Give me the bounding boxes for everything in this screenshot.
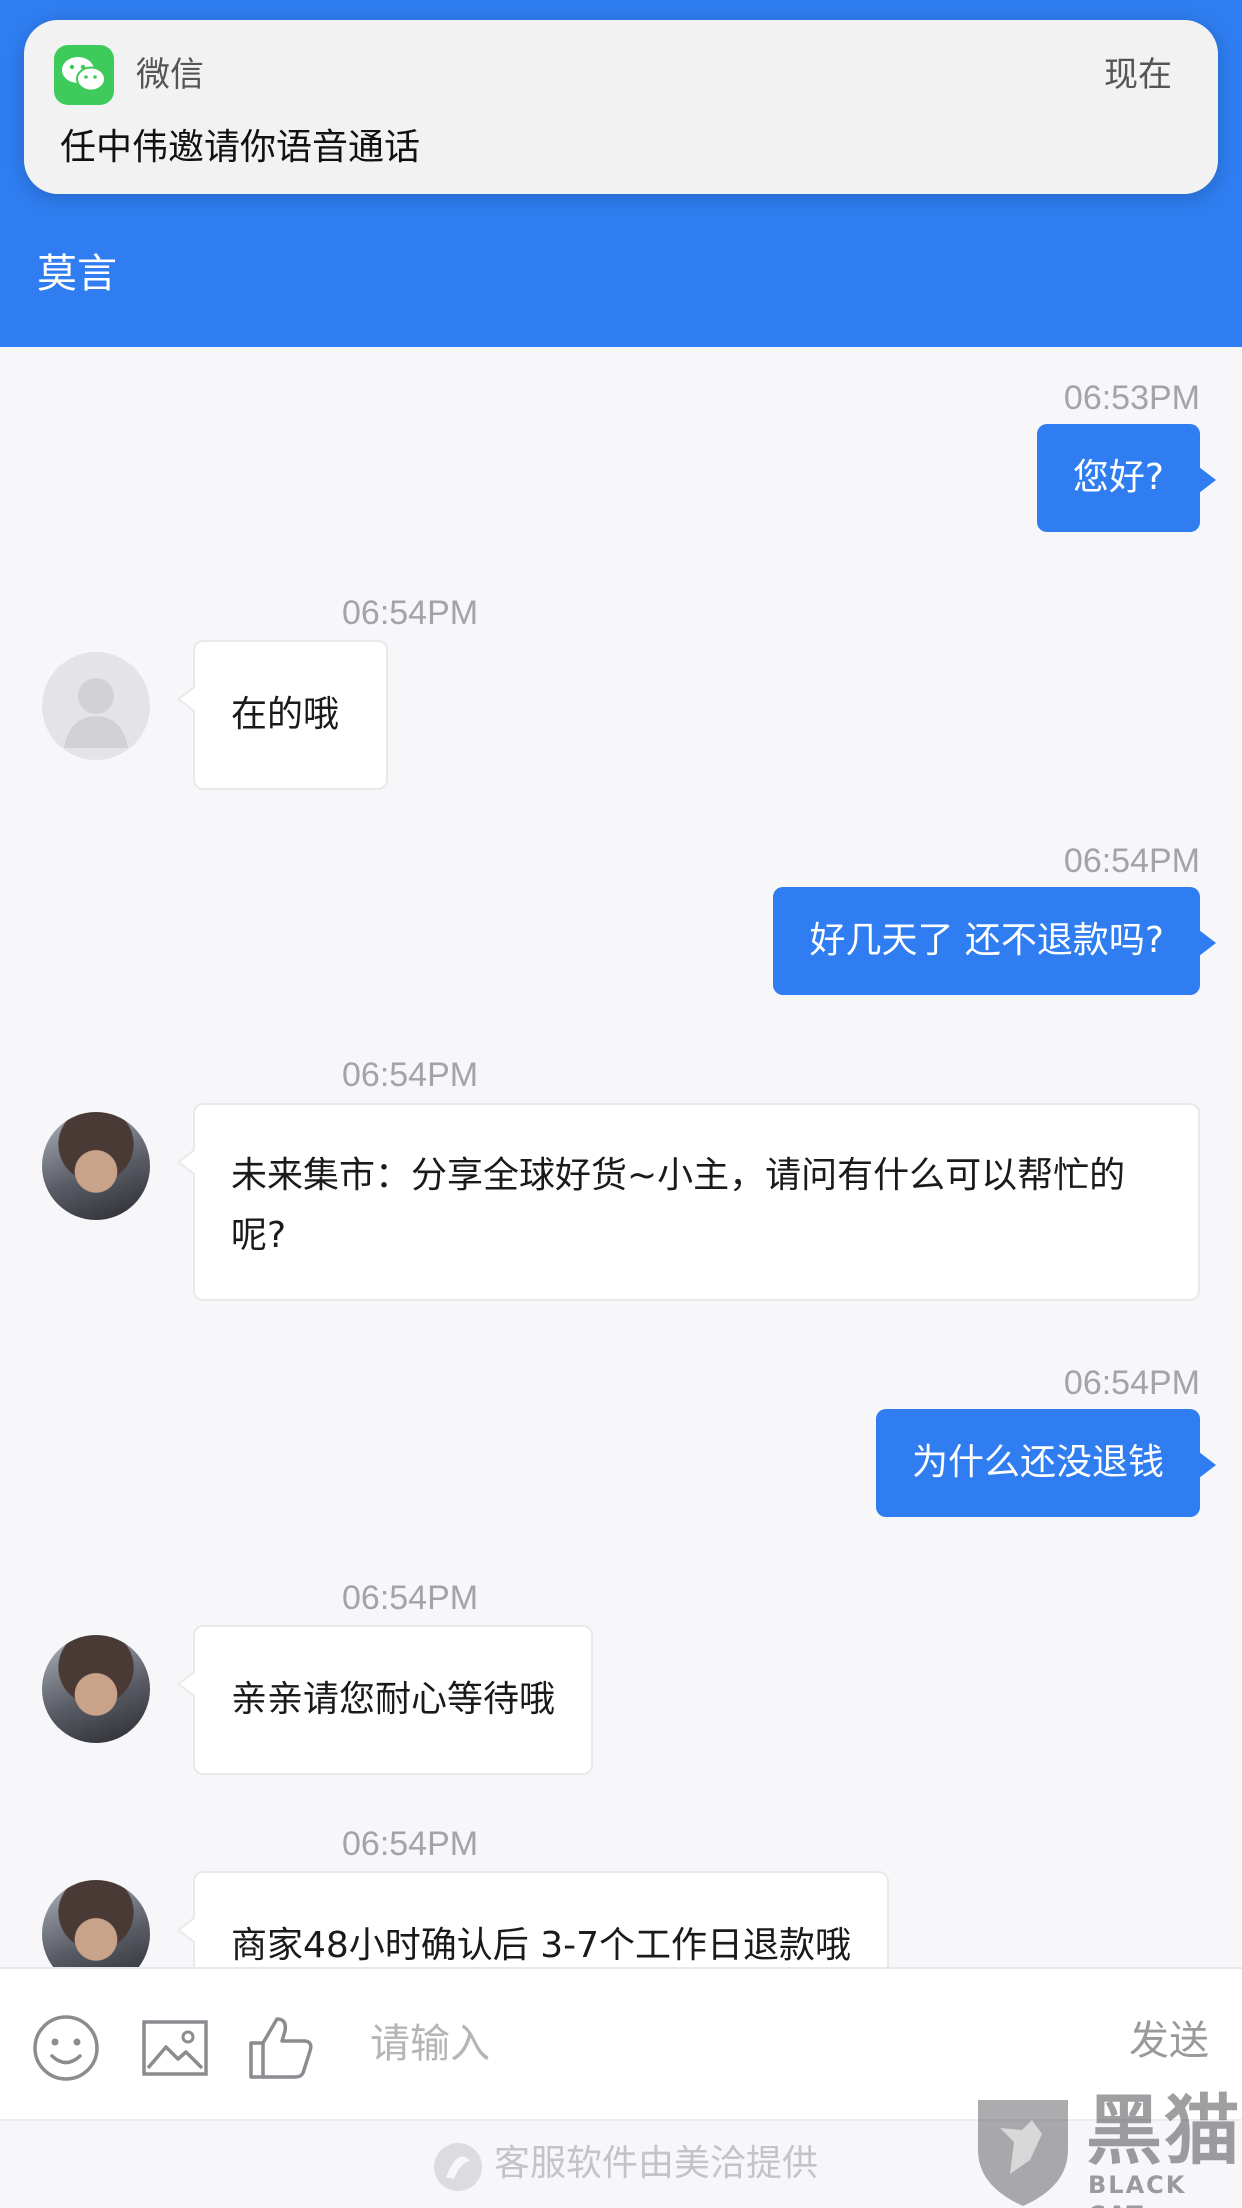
message-timestamp: 06:54PM: [342, 1056, 479, 1094]
message-text: 为什么还没退钱: [911, 1442, 1164, 1483]
page-title: 莫言: [37, 251, 117, 297]
avatar[interactable]: [42, 1635, 150, 1743]
message-text: 您好?: [1072, 457, 1164, 498]
emoji-icon[interactable]: [31, 2013, 101, 2087]
meiqia-logo-icon: [432, 2141, 484, 2197]
avatar[interactable]: [42, 1880, 150, 1967]
message-text: 好几天了 还不退款吗?: [809, 920, 1164, 961]
message-timestamp: 06:54PM: [1063, 842, 1200, 880]
message-timestamp: 06:54PM: [342, 594, 479, 632]
image-icon[interactable]: [140, 2013, 210, 2087]
notification-app-name: 微信: [136, 55, 204, 95]
incoming-message-bubble[interactable]: 在的哦: [177, 640, 388, 790]
avatar[interactable]: [42, 1112, 150, 1220]
incoming-message-bubble[interactable]: 商家48小时确认后 3-7个工作日退款哦: [176, 1871, 890, 1967]
message-timestamp: 06:53PM: [1063, 379, 1200, 417]
message-timestamp: 06:54PM: [342, 1579, 479, 1617]
avatar[interactable]: [42, 652, 150, 760]
outgoing-message-bubble[interactable]: 好几天了 还不退款吗?: [773, 887, 1216, 995]
message-text: 未来集市：分享全球好货~小主，请问有什么可以帮忙的呢?: [231, 1155, 1126, 1256]
message-text: 商家48小时确认后 3-7个工作日退款哦: [231, 1925, 852, 1966]
outgoing-message-bubble[interactable]: 为什么还没退钱: [875, 1409, 1217, 1517]
incoming-message-bubble[interactable]: 未来集市：分享全球好货~小主，请问有什么可以帮忙的呢?: [177, 1103, 1200, 1301]
chat-message-list[interactable]: 06:53PM 您好? 06:54PM 在的哦 06:54PM 好几天了 还不退…: [0, 347, 1242, 1967]
message-timestamp: 06:54PM: [342, 1825, 479, 1863]
notification-message: 任中伟邀请你语音通话: [60, 127, 421, 168]
thumbs-up-icon[interactable]: [247, 2013, 317, 2087]
watermark-logo-cn: 黑猫: [1086, 2086, 1242, 2175]
wechat-notification-banner[interactable]: 微信 现在 任中伟邀请你语音通话: [24, 20, 1218, 194]
message-text: 亲亲请您耐心等待哦: [231, 1679, 556, 1720]
watermark-logo-en: BLACK CAT: [1088, 2171, 1187, 2208]
message-input[interactable]: 请输入: [370, 2016, 490, 2072]
send-button[interactable]: 发送: [1129, 2013, 1209, 2069]
outgoing-message-bubble[interactable]: 您好?: [1036, 424, 1217, 532]
wechat-icon: [54, 45, 114, 105]
message-timestamp: 06:54PM: [1063, 1364, 1200, 1402]
notification-time: 现在: [1104, 55, 1172, 95]
incoming-message-bubble[interactable]: 亲亲请您耐心等待哦: [176, 1625, 594, 1775]
default-user-icon: [64, 678, 128, 748]
black-cat-shield-icon: [970, 2090, 1076, 2208]
message-text: 在的哦: [231, 694, 340, 735]
footer-credit: 客服软件由美洽提供: [494, 2143, 819, 2184]
